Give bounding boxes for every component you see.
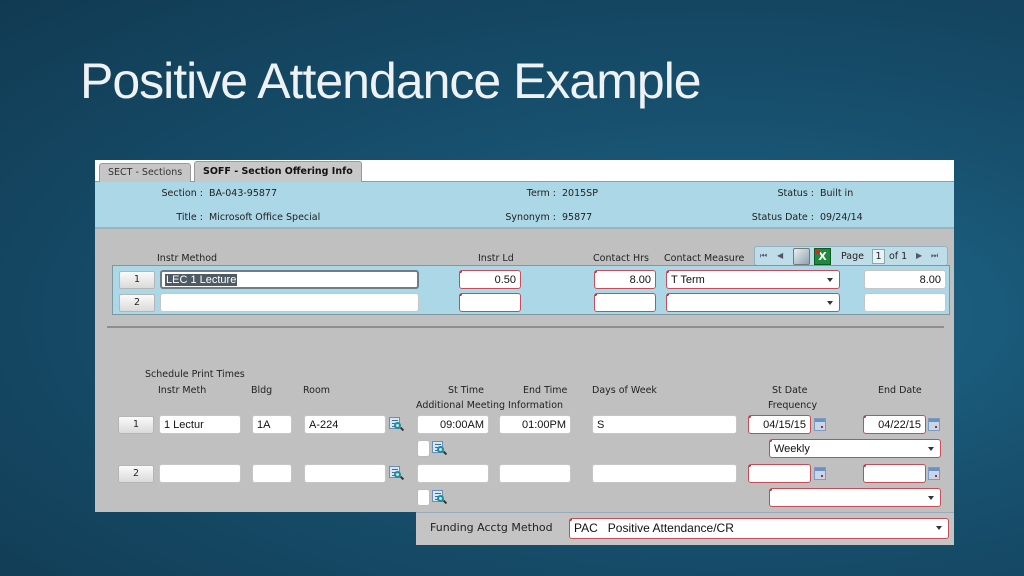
slide-title: Positive Attendance Example: [80, 53, 702, 109]
calendar-icon[interactable]: [814, 467, 826, 480]
contact-measure-select[interactable]: T Term: [666, 270, 840, 289]
room-input[interactable]: A-224: [304, 415, 386, 434]
instr-method-grid: 1 LEC 1 Lecture 0.50 8.00 T Term 8.00 2: [112, 265, 950, 315]
status-value: Built in: [820, 188, 854, 199]
days-of-week-input[interactable]: [592, 464, 737, 483]
st-date-input[interactable]: [748, 464, 811, 483]
chevron-down-icon: [928, 496, 934, 500]
funding-acctg-method-select[interactable]: PAC Positive Attendance/CR: [569, 518, 949, 539]
chevron-down-icon: [827, 278, 833, 282]
row-2-button[interactable]: 2: [119, 294, 155, 312]
first-page-button[interactable]: ⏮: [760, 251, 767, 261]
st-date-input[interactable]: 04/15/15: [748, 415, 811, 434]
instr-ld-input[interactable]: 0.50: [459, 270, 521, 289]
term-info: Term :2015SP: [526, 188, 598, 199]
section-divider: [107, 326, 944, 328]
term-value: 2015SP: [562, 188, 598, 199]
end-date-input[interactable]: [863, 464, 926, 483]
room-lookup-icon[interactable]: [389, 417, 405, 432]
end-time-input[interactable]: 01:00PM: [499, 415, 571, 434]
col-room: Room: [303, 385, 331, 396]
synonym-value: 95877: [562, 212, 593, 223]
days-of-week-input[interactable]: S: [592, 415, 737, 434]
end-time-input[interactable]: [499, 464, 571, 483]
select-all-icon[interactable]: [793, 248, 810, 265]
frequency-select[interactable]: [769, 488, 941, 507]
instr-ld-input[interactable]: [459, 293, 521, 312]
additional-info-lookup-icon[interactable]: [432, 490, 448, 505]
page-label: Page: [841, 251, 864, 262]
excel-export-icon[interactable]: X: [814, 248, 831, 265]
calendar-icon[interactable]: [928, 467, 940, 480]
end-date-input[interactable]: 04/22/15: [863, 415, 926, 434]
st-time-input[interactable]: 09:00AM: [417, 415, 489, 434]
additional-info-checkbox[interactable]: [417, 440, 430, 457]
bldg-input[interactable]: [252, 464, 292, 483]
calendar-icon[interactable]: [928, 418, 940, 431]
schedule-row-2-button[interactable]: 2: [118, 465, 154, 483]
col-st-time: St Time: [448, 385, 485, 396]
additional-info-checkbox[interactable]: [417, 489, 430, 506]
room-lookup-icon[interactable]: [389, 466, 405, 481]
col-instr-method: Instr Method: [157, 253, 218, 264]
section-info: Section : BA-043-95877: [161, 188, 278, 199]
chevron-down-icon: [928, 447, 934, 451]
tab-strip: SECT - Sections SOFF - Section Offering …: [95, 160, 954, 183]
col-st-date: St Date: [772, 385, 808, 396]
bldg-input[interactable]: 1A: [252, 415, 292, 434]
funding-acctg-panel: Funding Acctg Method PAC Positive Attend…: [416, 512, 954, 545]
col-frequency: Frequency: [768, 400, 818, 411]
chevron-down-icon: [827, 301, 833, 305]
instr-method-input[interactable]: [160, 293, 419, 312]
additional-info-lookup-icon[interactable]: [432, 441, 448, 456]
col-additional-meeting-info: Additional Meeting Information: [416, 400, 564, 411]
contact-total-input[interactable]: [864, 293, 946, 312]
sched-instr-meth-input[interactable]: [159, 464, 241, 483]
colleague-form: SECT - Sections SOFF - Section Offering …: [95, 160, 954, 512]
col-bldg: Bldg: [251, 385, 273, 396]
status-date-value: 09/24/14: [820, 212, 863, 223]
chevron-down-icon: [936, 526, 942, 530]
col-contact-hrs: Contact Hrs: [593, 253, 649, 264]
prev-page-button[interactable]: ◀: [777, 251, 783, 260]
room-input[interactable]: [304, 464, 386, 483]
status-info: Status : Built in: [777, 188, 854, 199]
pager: ⏮ ◀ X Page 1 of 1 ▶ ⏭: [754, 246, 948, 266]
col-end-date: End Date: [878, 385, 922, 396]
contact-hrs-input[interactable]: 8.00: [594, 270, 656, 289]
next-page-button[interactable]: ▶: [916, 251, 922, 260]
title-value: Microsoft Office Special: [209, 212, 321, 223]
section-value: BA-043-95877: [209, 188, 278, 199]
schedule-row-1-button[interactable]: 1: [118, 416, 154, 434]
last-page-button[interactable]: ⏭: [931, 251, 938, 261]
contact-measure-select[interactable]: [666, 293, 840, 312]
contact-total-input[interactable]: 8.00: [864, 270, 946, 289]
col-end-time: End Time: [523, 385, 568, 396]
col-instr-meth: Instr Meth: [158, 385, 207, 396]
tab-soff-section-offering-info[interactable]: SOFF - Section Offering Info: [194, 161, 362, 183]
st-time-input[interactable]: [417, 464, 489, 483]
row-1-button[interactable]: 1: [119, 271, 155, 289]
page-total: of 1: [889, 251, 908, 262]
schedule-print-times-label: Schedule Print Times: [145, 369, 245, 380]
instr-method-input[interactable]: LEC 1 Lecture: [160, 270, 419, 289]
calendar-icon[interactable]: [814, 418, 826, 431]
col-instr-ld: Instr Ld: [478, 253, 514, 264]
funding-acctg-method-label: Funding Acctg Method: [430, 521, 553, 534]
page-number-input[interactable]: 1: [872, 249, 885, 264]
synonym-info: Synonym :95877: [505, 212, 593, 223]
title-info: Title : Microsoft Office Special: [176, 212, 321, 223]
contact-hrs-input[interactable]: [594, 293, 656, 312]
tab-sect-sections[interactable]: SECT - Sections: [99, 163, 192, 182]
record-header: Section : BA-043-95877 Title : Microsoft O…: [95, 182, 954, 229]
status-date-info: Status Date :09/24/14: [751, 212, 863, 223]
frequency-select[interactable]: Weekly: [769, 439, 941, 458]
col-days-of-week: Days of Week: [592, 385, 657, 396]
sched-instr-meth-input[interactable]: 1 Lectur: [159, 415, 241, 434]
col-contact-measure: Contact Measure: [664, 253, 745, 264]
